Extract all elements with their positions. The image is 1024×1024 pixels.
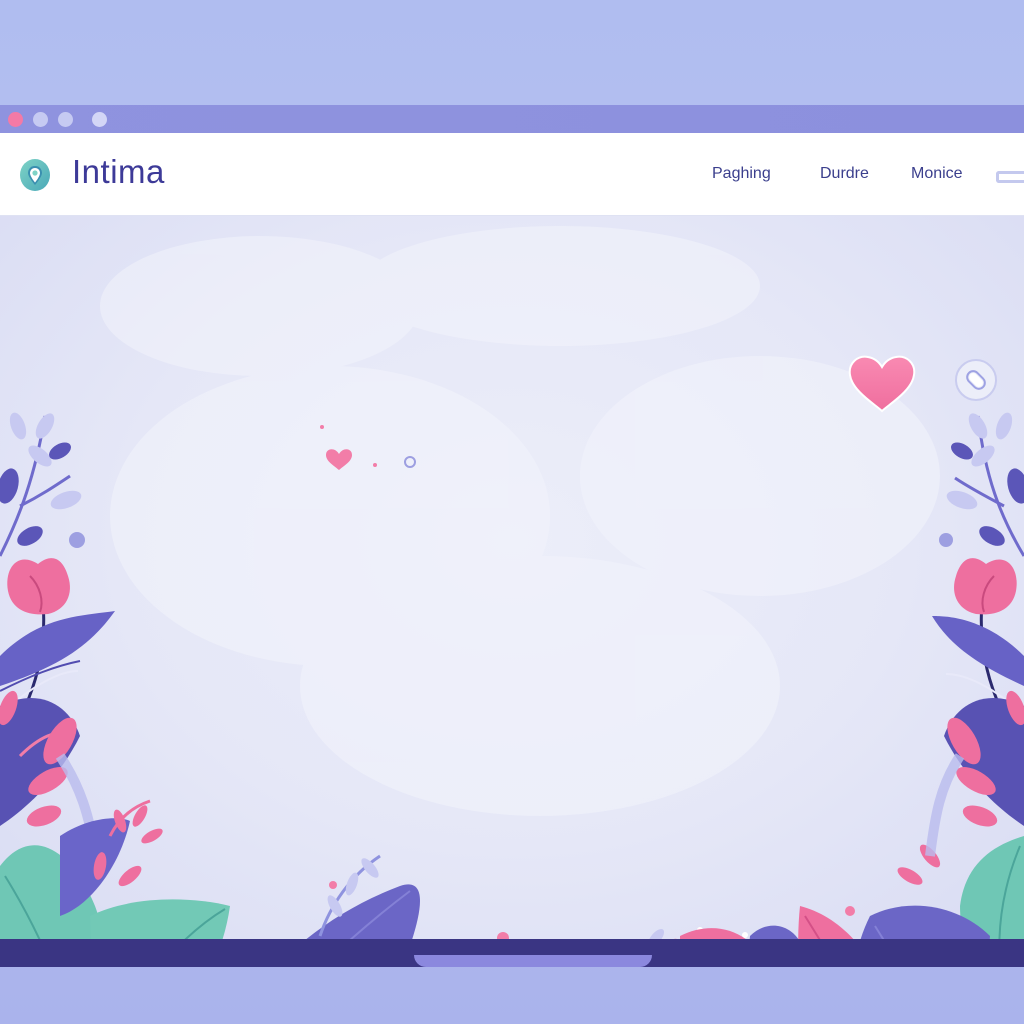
heart-icon[interactable] (846, 353, 918, 415)
window-close-button[interactable] (8, 112, 23, 127)
top-navbar: Intima Paghing Durdre Monice (0, 133, 1024, 216)
bottom-bar (0, 939, 1024, 967)
window-minimize-button[interactable] (33, 112, 48, 127)
menu-toggle-icon[interactable] (996, 171, 1024, 183)
nav-link-2[interactable]: Durdre (820, 165, 869, 183)
window-extra-button[interactable] (92, 112, 107, 127)
circle-toggle-icon[interactable] (954, 358, 998, 402)
window-titlebar (0, 105, 1024, 133)
bottom-handle[interactable] (414, 955, 652, 967)
nav-link-3[interactable]: Monice (911, 165, 963, 183)
brand-name[interactable]: Intima (72, 153, 165, 191)
browser-window: Intima Paghing Durdre Monice (0, 105, 1024, 967)
window-maximize-button[interactable] (58, 112, 73, 127)
main-content-area (0, 216, 1024, 939)
floral-decoration (0, 226, 1024, 939)
location-pin-icon (18, 158, 52, 192)
nav-link-1[interactable]: Paghing (712, 165, 771, 183)
